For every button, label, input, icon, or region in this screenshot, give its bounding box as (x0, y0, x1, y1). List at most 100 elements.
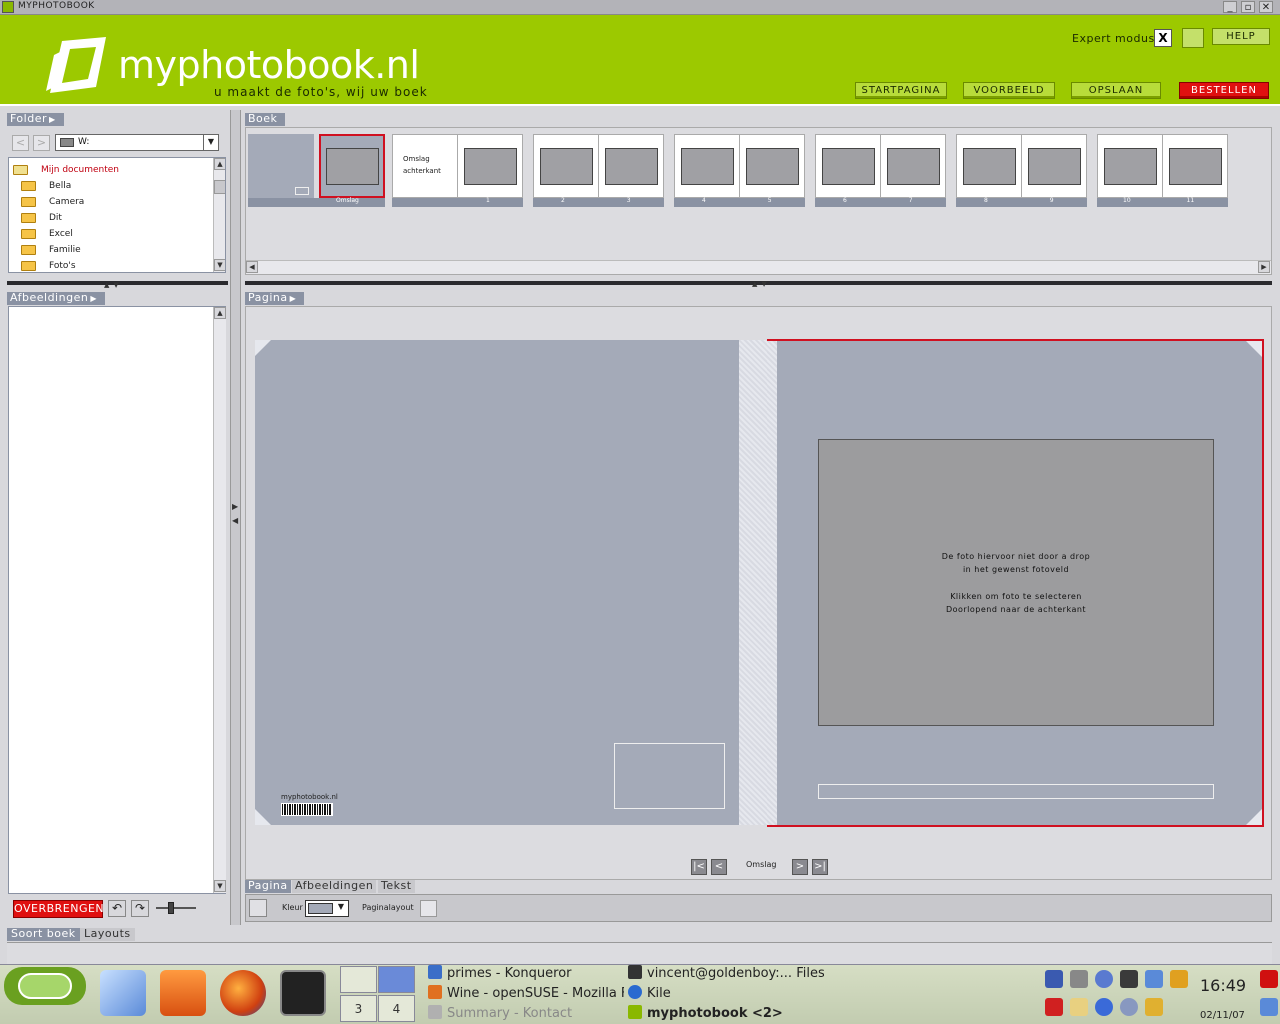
scroll-up-icon[interactable]: ▲ (214, 158, 225, 170)
vertical-splitter[interactable]: ▶ ◀ (230, 110, 241, 925)
back-button[interactable]: < (12, 135, 29, 151)
split-arrows-icon[interactable]: ▲▼ (752, 280, 771, 288)
book-thumb-cover[interactable]: Omslag (248, 134, 385, 209)
kde-icon[interactable] (1120, 970, 1138, 988)
search-icon[interactable] (1120, 998, 1138, 1016)
book-hscrollbar[interactable]: ◀ ▶ (246, 260, 1271, 274)
layout-button[interactable] (420, 900, 437, 917)
zoom-slider-track[interactable] (156, 907, 196, 909)
scroll-left-icon[interactable]: ◀ (246, 261, 258, 273)
desktop-pager[interactable]: 3 4 (340, 966, 416, 1022)
task-myphotobook[interactable]: myphotobook <2> (628, 1004, 824, 1023)
scroll-down-icon[interactable]: ▼ (214, 259, 225, 271)
folder-panel-tab[interactable]: Folder ▶ (7, 113, 64, 126)
kwrite-icon[interactable] (100, 970, 146, 1016)
task-label: primes - Konqueror (447, 966, 572, 981)
images-scrollbar[interactable]: ▲ ▼ (213, 307, 226, 893)
save-icon[interactable] (249, 899, 267, 917)
pager-cell-firefox[interactable] (340, 966, 377, 993)
desktop-icon[interactable] (1260, 998, 1278, 1016)
opslaan-button[interactable]: OPSLAAN (1071, 82, 1161, 99)
drive-select[interactable]: W: ▼ (55, 134, 219, 151)
tab-pagina[interactable]: Pagina (245, 880, 291, 893)
overbrengen-button[interactable]: OVERBRENGEN (13, 900, 104, 918)
undo-icon[interactable]: ↶ (108, 900, 126, 917)
maximize-button[interactable]: ▫ (1241, 1, 1255, 13)
power-icon[interactable] (1145, 998, 1163, 1016)
book-thumb[interactable]: 6 7 (815, 134, 946, 209)
prev-page-button[interactable]: < (711, 859, 727, 875)
help-button[interactable]: HELP (1212, 28, 1270, 45)
tab-layouts[interactable]: Layouts (80, 928, 135, 941)
network-icon[interactable] (1070, 970, 1088, 988)
tab-afbeeldingen[interactable]: Afbeeldingen (292, 880, 377, 893)
korganizer-icon[interactable] (1070, 998, 1088, 1016)
book-thumb[interactable]: 2 3 (533, 134, 664, 209)
bestellen-button[interactable]: BESTELLEN (1179, 82, 1269, 99)
pager-cell-active[interactable] (378, 966, 415, 993)
scroll-up-icon[interactable]: ▲ (214, 307, 226, 319)
tree-item[interactable]: Bella (21, 178, 211, 194)
scroll-down-icon[interactable]: ▼ (214, 880, 226, 892)
task-firefox[interactable]: Wine - openSUSE - Mozilla Fi (428, 984, 624, 1003)
close-button[interactable]: ✕ (1259, 1, 1273, 13)
pager-cell-3[interactable]: 3 (340, 995, 377, 1022)
cover-caption-field[interactable] (818, 784, 1214, 799)
scroll-right-icon[interactable]: ▶ (1258, 261, 1270, 273)
minimize-button[interactable]: _ (1223, 1, 1237, 13)
task-kontact[interactable]: Summary - Kontact (428, 1004, 624, 1023)
tab-tekst[interactable]: Tekst (378, 880, 415, 893)
back-photo-slot[interactable] (614, 743, 725, 809)
volume-icon[interactable] (1045, 970, 1063, 988)
task-label: Wine - openSUSE - Mozilla Fi (447, 986, 624, 1001)
voorbeeld-button[interactable]: VOORBEELD (963, 82, 1055, 99)
book-thumb[interactable]: Omslag achterkant 1 (392, 134, 523, 209)
tree-item[interactable]: Foto's (21, 258, 211, 272)
clock-time[interactable]: 16:49 (1200, 976, 1246, 995)
help-icon[interactable] (1095, 998, 1113, 1016)
split-arrows-icon[interactable]: ▲▼ (104, 281, 123, 289)
task-terminal[interactable]: vincent@goldenboy:... Files/m (628, 964, 824, 983)
suse-menu-icon[interactable] (4, 967, 86, 1005)
tree-item[interactable]: Camera (21, 194, 211, 210)
afbeeldingen-tab-label: Afbeeldingen (10, 291, 89, 304)
redo-icon[interactable]: ↷ (131, 900, 149, 917)
folder-scrollbar[interactable]: ▲ ▼ (213, 158, 225, 272)
terminal-icon[interactable] (280, 970, 326, 1016)
background-color-select[interactable]: ▼ (305, 900, 349, 917)
tree-item[interactable]: Excel (21, 226, 211, 242)
tree-item[interactable]: Dit (21, 210, 211, 226)
book-spine (739, 340, 767, 825)
scroll-thumb[interactable] (214, 180, 225, 194)
clock-icon[interactable] (1095, 970, 1113, 988)
splitter-grip-icon[interactable]: ▶ ◀ (232, 500, 238, 528)
chevron-down-icon[interactable]: ▼ (203, 135, 218, 150)
next-page-button[interactable]: > (792, 859, 808, 875)
logout-icon[interactable] (1260, 970, 1278, 988)
expert-mode-checkbox[interactable]: X (1154, 29, 1172, 47)
task-konqueror[interactable]: primes - Konqueror (428, 964, 624, 983)
pagina-panel-tab[interactable]: Pagina ▶ (245, 292, 305, 305)
boek-panel-tab[interactable]: Boek (245, 113, 286, 126)
refresh-icon[interactable] (1182, 28, 1204, 48)
tree-item-root[interactable]: Mijn documenten (13, 162, 213, 178)
tab-soort-boek[interactable]: Soort boek (7, 928, 80, 941)
firefox-icon[interactable] (220, 970, 266, 1016)
kopete-icon[interactable] (1170, 970, 1188, 988)
task-kile[interactable]: Kile (628, 984, 824, 1003)
last-page-button[interactable]: >| (812, 859, 828, 875)
chevron-down-icon[interactable]: ▼ (335, 902, 347, 911)
zoom-slider-handle[interactable] (168, 902, 174, 914)
pager-cell-4[interactable]: 4 (378, 995, 415, 1022)
book-thumb[interactable]: 4 5 (674, 134, 805, 209)
tree-item[interactable]: Familie (21, 242, 211, 258)
book-thumb[interactable]: 10 11 (1097, 134, 1228, 209)
forward-button[interactable]: > (33, 135, 50, 151)
updater-icon[interactable] (1045, 998, 1063, 1016)
home-icon[interactable] (160, 970, 206, 1016)
clipboard-icon[interactable] (1145, 970, 1163, 988)
startpagina-button[interactable]: STARTPAGINA (855, 82, 947, 99)
book-thumb[interactable]: 8 9 (956, 134, 1087, 209)
first-page-button[interactable]: |< (691, 859, 707, 875)
afbeeldingen-panel-tab[interactable]: Afbeeldingen ▶ (7, 292, 105, 305)
